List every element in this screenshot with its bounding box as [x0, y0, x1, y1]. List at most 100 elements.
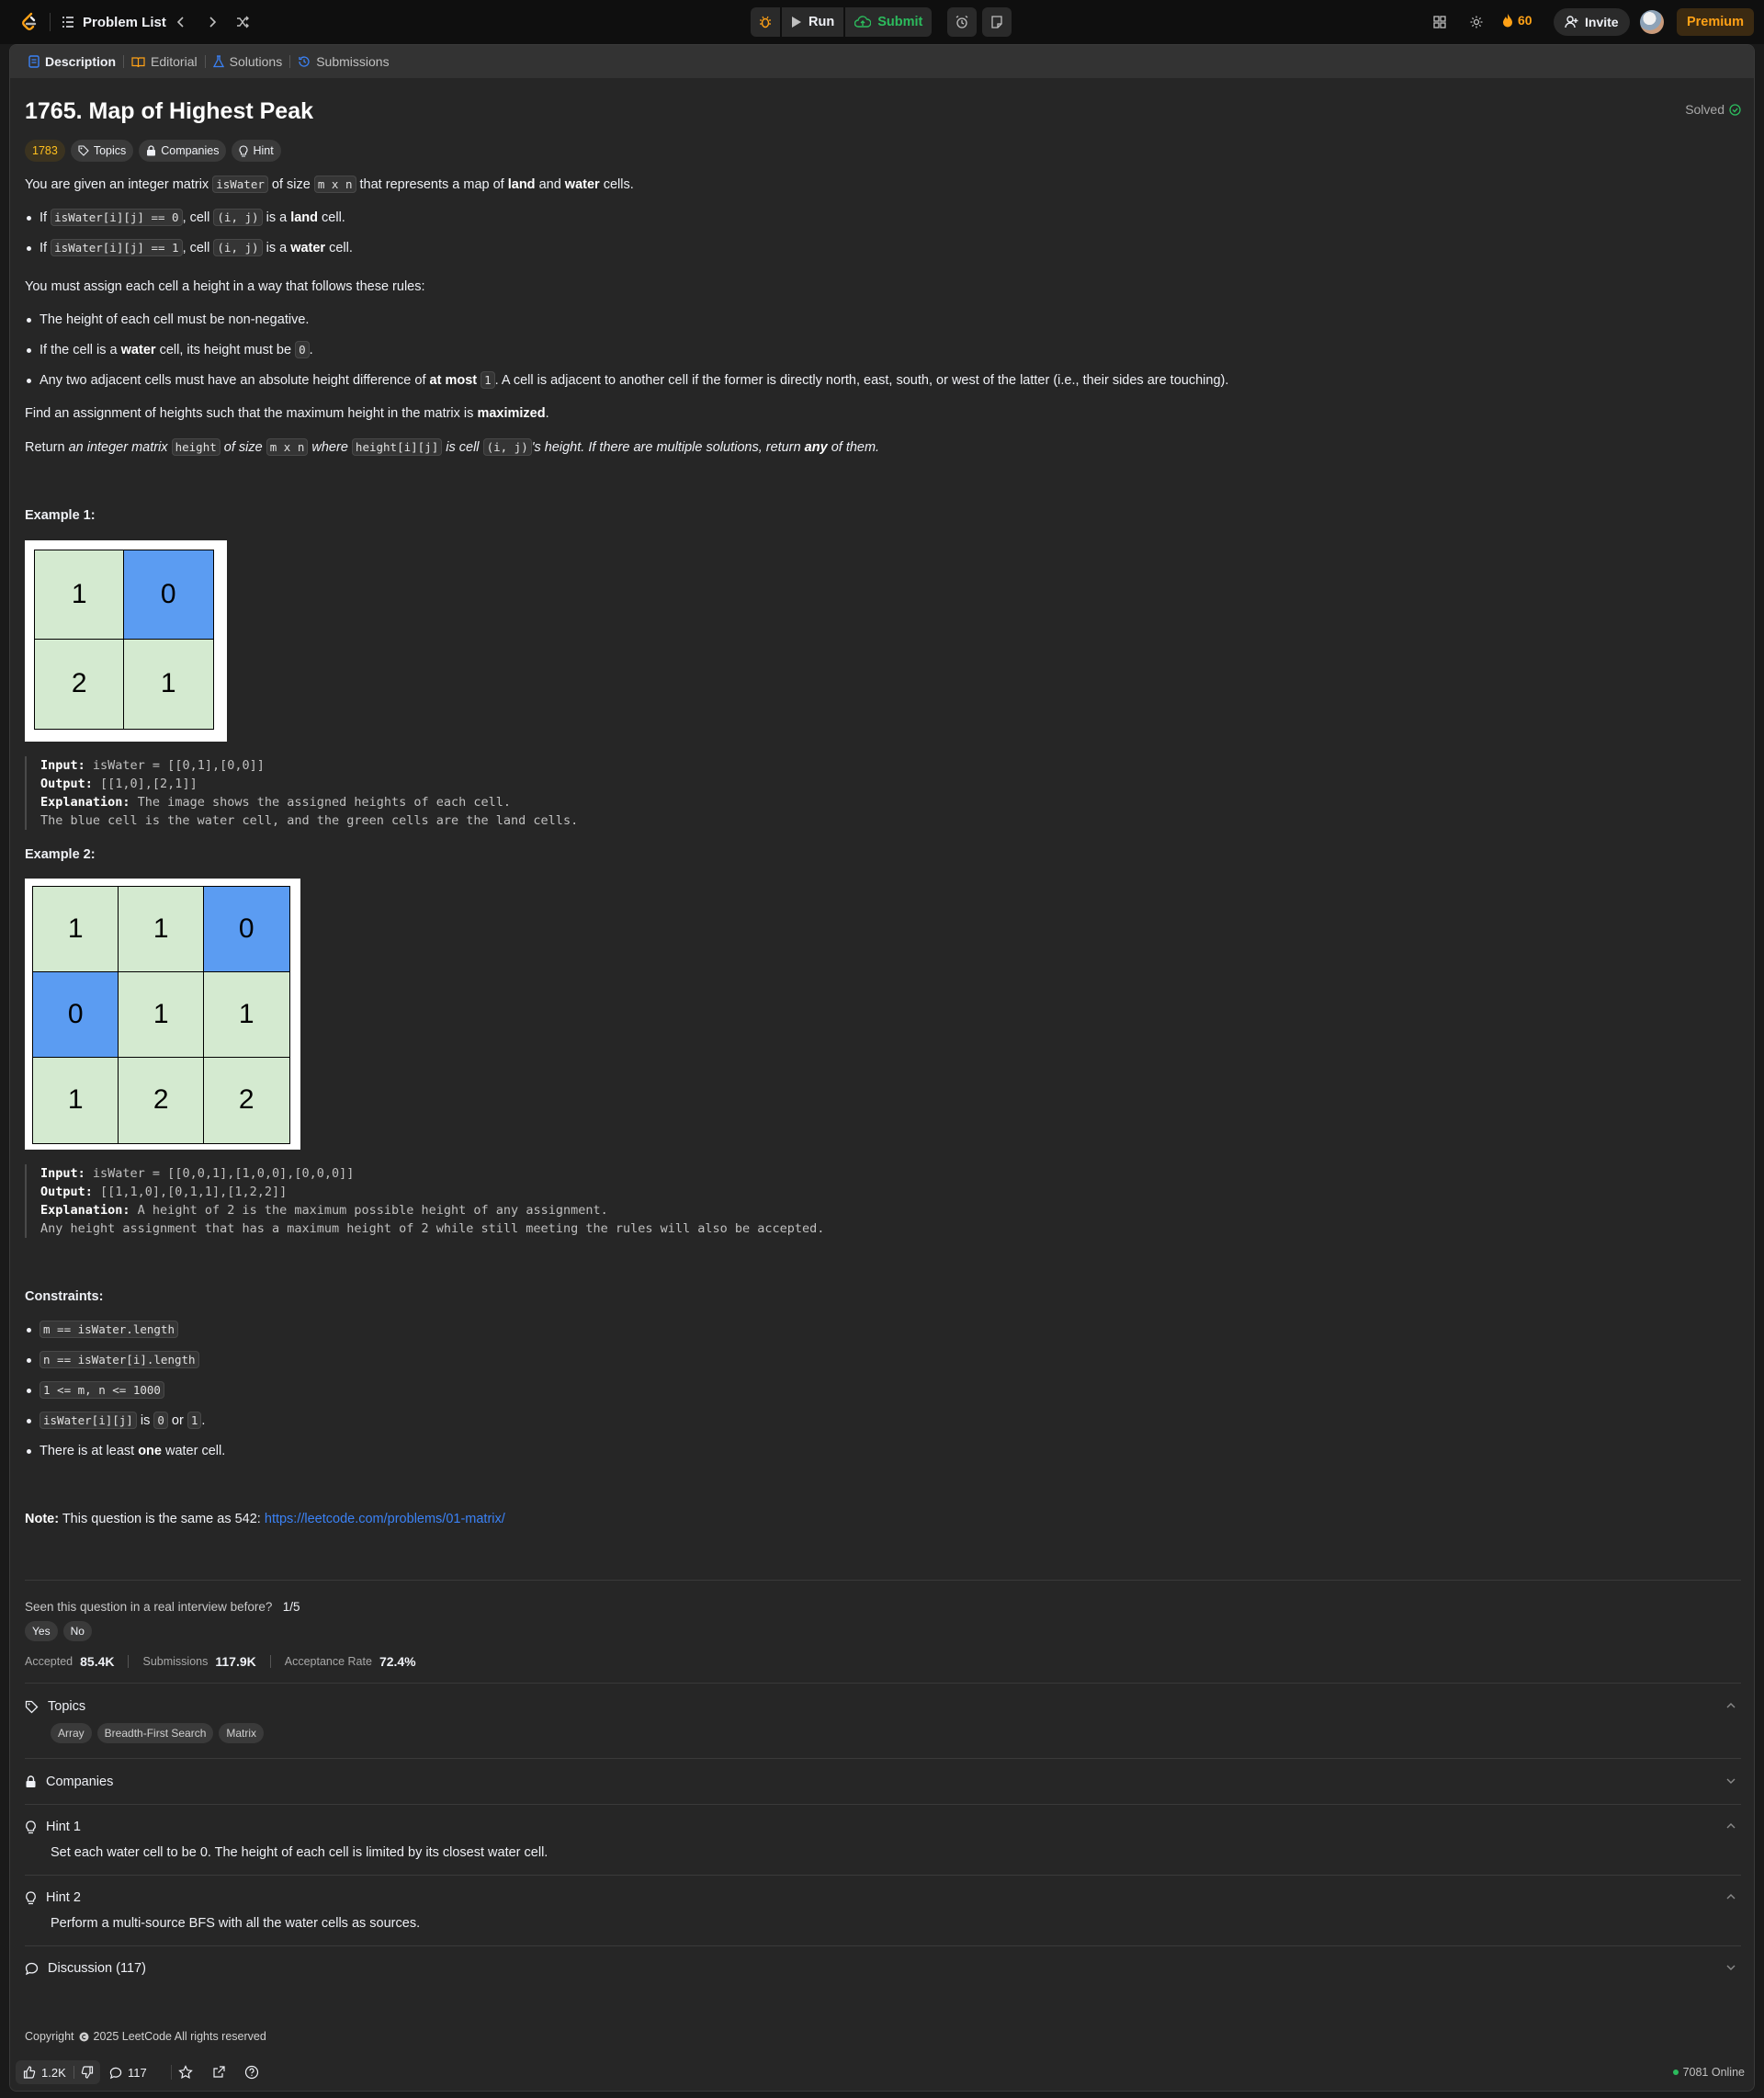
prev-problem-button[interactable]	[167, 8, 195, 36]
acceptance-rate-value: 72.4%	[379, 1654, 416, 1669]
settings-button[interactable]	[1463, 8, 1490, 36]
top-navbar: Problem List Run Submit 60 Invite Premiu…	[0, 0, 1764, 44]
list-item: There is at least one water cell.	[25, 1442, 225, 1460]
companies-chip[interactable]: Companies	[139, 140, 227, 162]
example-2-grid-cell: 1	[32, 886, 119, 973]
debug-button[interactable]	[751, 7, 780, 37]
run-label: Run	[808, 15, 835, 29]
help-button[interactable]	[244, 2065, 259, 2080]
example-1-heading: Example 1:	[25, 508, 96, 523]
panel-tabs: Description Editorial Solutions Submissi…	[10, 45, 1754, 78]
hint-2-section-header[interactable]: Hint 2	[25, 1887, 1741, 1909]
chevron-left-icon	[175, 16, 187, 28]
list-item: Any two adjacent cells must have an abso…	[25, 371, 1228, 390]
discussion-section-header[interactable]: Discussion (117)	[25, 1957, 1741, 1979]
yes-button[interactable]: Yes	[25, 1621, 58, 1641]
tab-solutions[interactable]: Solutions	[206, 45, 290, 78]
topic-tag-array[interactable]: Array	[51, 1723, 92, 1743]
tab-submissions[interactable]: Submissions	[290, 45, 396, 78]
leetcode-logo-icon[interactable]	[18, 11, 40, 33]
topics-section-header[interactable]: Topics	[25, 1695, 1741, 1718]
lightbulb-icon	[239, 144, 248, 157]
thumbs-up-icon	[23, 2066, 36, 2079]
note-icon	[989, 15, 1004, 29]
list-item: isWater[i][j] is 0 or 1.	[25, 1412, 205, 1430]
rules-intro: You must assign each cell a height in a …	[25, 279, 425, 294]
companies-section-header[interactable]: Companies	[25, 1771, 1741, 1793]
example-2-grid-cell: 2	[203, 1057, 290, 1144]
rating-badge: 1783	[25, 140, 65, 162]
run-button[interactable]: Run	[782, 7, 844, 37]
companies-section-title: Companies	[46, 1775, 114, 1789]
copyright-text: 2025 LeetCode All rights reserved	[93, 2030, 266, 2043]
premium-button[interactable]: Premium	[1677, 8, 1754, 36]
example-2-grid-cell: 1	[118, 971, 205, 1059]
topics-chip-label: Topics	[93, 144, 127, 157]
next-problem-button[interactable]	[198, 8, 226, 36]
comments-button[interactable]: 117	[109, 2066, 147, 2080]
like-button[interactable]: 1.2K	[16, 2066, 74, 2080]
list-item: The height of each cell must be non-nega…	[25, 311, 309, 329]
hint-chip-label: Hint	[253, 144, 274, 157]
share-button[interactable]	[211, 2065, 226, 2080]
favorite-button[interactable]	[178, 2065, 193, 2080]
timer-button[interactable]	[947, 7, 977, 37]
tag-icon	[78, 145, 89, 156]
random-problem-button[interactable]	[229, 8, 256, 36]
problem-list-button[interactable]: Problem List	[61, 11, 166, 33]
submit-label: Submit	[877, 15, 923, 29]
online-label: 7081 Online	[1682, 2066, 1745, 2079]
chevron-down-icon	[1724, 1775, 1737, 1787]
example-1-grid-cell: 2	[34, 639, 125, 730]
topic-tag-bfs[interactable]: Breadth-First Search	[96, 1723, 214, 1743]
divider	[50, 13, 51, 31]
example-2-block: Input: isWater = [[0,0,1],[1,0,0],[0,0,0…	[25, 1164, 824, 1238]
gear-icon	[1469, 15, 1484, 29]
streak-counter[interactable]: 60	[1502, 13, 1532, 28]
submissions-label: Submissions	[142, 1655, 209, 1668]
external-link-icon	[211, 2065, 226, 2080]
tag-icon	[25, 1700, 39, 1714]
tab-label: Description	[45, 54, 117, 69]
divider	[25, 1580, 1741, 1581]
example-2-heading: Example 2:	[25, 847, 96, 862]
hint-2-text: Perform a multi-source BFS with all the …	[51, 1916, 421, 1931]
question-circle-icon	[244, 2065, 259, 2080]
tab-editorial[interactable]: Editorial	[124, 45, 205, 78]
hint-chip[interactable]: Hint	[232, 140, 281, 162]
divider	[25, 1875, 1741, 1876]
lock-icon	[25, 1775, 37, 1788]
grid-layout-icon	[1432, 15, 1447, 29]
invite-button[interactable]: Invite	[1554, 8, 1630, 36]
topics-section-title: Topics	[48, 1699, 86, 1714]
lightbulb-icon	[25, 1890, 37, 1905]
example-1-grid-cell: 1	[34, 550, 125, 641]
notes-button[interactable]	[982, 7, 1012, 37]
tab-label: Solutions	[229, 54, 283, 69]
list-item: If isWater[i][j] == 1, cell (i, j) is a …	[25, 239, 353, 257]
chevron-up-icon	[1724, 1820, 1737, 1832]
topic-tag-matrix[interactable]: Matrix	[219, 1723, 265, 1743]
history-icon	[298, 55, 311, 68]
dislike-button[interactable]	[74, 2066, 100, 2079]
layout-button[interactable]	[1426, 8, 1453, 36]
tab-description[interactable]: Description	[21, 45, 123, 78]
hint-1-section-header[interactable]: Hint 1	[25, 1816, 1741, 1838]
no-button[interactable]: No	[62, 1621, 92, 1641]
copyright: Copyright 2025 LeetCode All rights reser…	[25, 2027, 266, 2046]
divider	[269, 1655, 271, 1668]
invite-label: Invite	[1585, 15, 1619, 29]
topics-chip[interactable]: Topics	[70, 140, 134, 162]
tab-label: Editorial	[151, 54, 198, 69]
comment-icon	[25, 1962, 39, 1976]
yes-label: Yes	[32, 1625, 51, 1638]
note-link[interactable]: https://leetcode.com/problems/01-matrix/	[265, 1512, 505, 1526]
chevron-right-icon	[206, 16, 219, 28]
submit-button[interactable]: Submit	[845, 7, 933, 37]
example-2-grid-cell: 0	[32, 971, 119, 1059]
play-icon	[791, 16, 802, 28]
avatar[interactable]	[1640, 10, 1664, 34]
list-item: If the cell is a water cell, its height …	[25, 341, 313, 359]
example-1-grid-cell: 0	[123, 550, 214, 641]
thumbs-down-icon	[81, 2066, 94, 2079]
